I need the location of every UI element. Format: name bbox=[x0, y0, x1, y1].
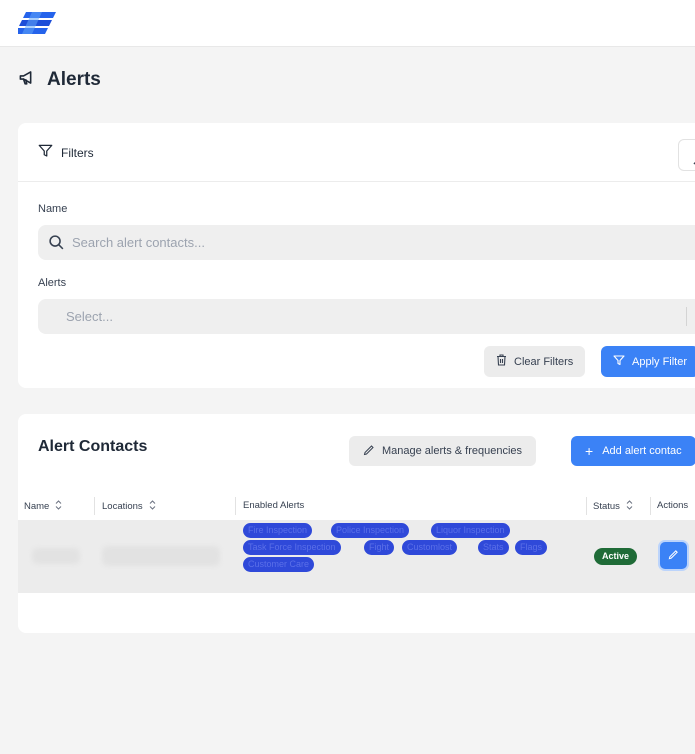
page-title: Alerts bbox=[18, 68, 101, 92]
table-header: Name Locations Enabled Alerts Status Act… bbox=[18, 490, 695, 520]
search-placeholder: Search alert contacts... bbox=[72, 235, 205, 250]
brand-logo[interactable] bbox=[15, 11, 58, 40]
sort-icon bbox=[55, 500, 62, 513]
add-alert-contact-label: Add alert contac bbox=[602, 445, 682, 457]
clear-filters-button[interactable]: Clear Filters bbox=[484, 346, 586, 377]
collapse-filters-button[interactable] bbox=[678, 139, 695, 171]
filter-icon bbox=[38, 144, 53, 161]
redacted-locations bbox=[102, 546, 220, 566]
top-bar bbox=[0, 0, 695, 47]
column-header-locations[interactable]: Locations bbox=[102, 500, 156, 513]
plus-icon: + bbox=[585, 443, 594, 459]
trash-icon bbox=[496, 354, 507, 369]
column-header-actions: Actions bbox=[657, 500, 689, 511]
manage-alerts-button[interactable]: Manage alerts & frequencies bbox=[349, 436, 537, 466]
select-divider bbox=[686, 307, 687, 326]
sort-icon bbox=[626, 500, 633, 513]
clear-filters-label: Clear Filters bbox=[514, 355, 574, 368]
add-alert-contact-button[interactable]: + Add alert contac bbox=[571, 436, 695, 466]
alerts-select[interactable]: Select... bbox=[38, 299, 695, 334]
sort-icon bbox=[149, 500, 156, 513]
alert-tag: Fight bbox=[364, 540, 395, 555]
redacted-name bbox=[32, 548, 80, 564]
filter-icon bbox=[613, 354, 625, 369]
pencil-icon bbox=[668, 547, 679, 565]
search-input[interactable]: Search alert contacts... bbox=[38, 225, 695, 260]
column-header-enabled-alerts: Enabled Alerts bbox=[243, 500, 305, 511]
alert-tag: Customlost bbox=[402, 540, 458, 555]
edit-button[interactable] bbox=[658, 540, 689, 571]
search-icon bbox=[48, 234, 65, 256]
alert-tag: Flags bbox=[515, 540, 548, 555]
apply-filter-label: Apply Filter bbox=[632, 355, 688, 368]
alert-tag: Task Force Inspection bbox=[243, 540, 341, 555]
filters-title: Filters bbox=[61, 145, 94, 160]
alerts-select-placeholder: Select... bbox=[66, 309, 113, 324]
divider bbox=[18, 592, 695, 593]
status-badge: Active bbox=[594, 548, 638, 565]
manage-alerts-label: Manage alerts & frequencies bbox=[382, 445, 523, 457]
filters-panel: Filters Name Search alert contacts... Al… bbox=[18, 123, 695, 388]
table-row[interactable]: Fire Inspection Police Inspection Liquor… bbox=[18, 520, 695, 592]
column-divider bbox=[650, 497, 651, 515]
section-title: Alert Contacts bbox=[38, 438, 148, 455]
column-divider bbox=[586, 497, 587, 515]
megaphone-icon bbox=[18, 68, 37, 92]
column-divider bbox=[94, 497, 95, 515]
alert-contacts-panel: Alert Contacts Manage alerts & frequenci… bbox=[18, 414, 695, 633]
apply-filter-button[interactable]: Apply Filter bbox=[601, 346, 695, 377]
alert-tag: Customer Care bbox=[243, 557, 315, 572]
alert-tag: Liquor Inspection bbox=[431, 523, 510, 538]
column-header-status[interactable]: Status bbox=[593, 500, 633, 513]
page-title-text: Alerts bbox=[47, 69, 101, 90]
name-label: Name bbox=[38, 203, 68, 215]
column-divider bbox=[235, 497, 236, 515]
alert-tag: Police Inspection bbox=[331, 523, 410, 538]
pencil-icon bbox=[363, 444, 375, 459]
filters-header: Filters bbox=[18, 123, 695, 182]
alert-tag: Fire Inspection bbox=[243, 523, 313, 538]
alert-tag: Stats bbox=[478, 540, 509, 555]
alerts-label: Alerts bbox=[38, 277, 67, 289]
column-header-name[interactable]: Name bbox=[24, 500, 62, 513]
